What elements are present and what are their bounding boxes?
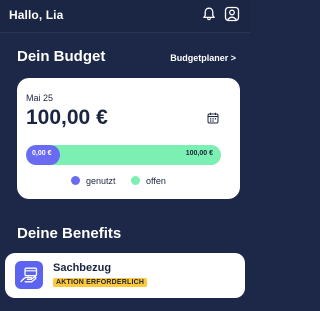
budget-section-title: Dein Budget xyxy=(17,48,106,65)
free-amount-label: 100,00 € xyxy=(185,150,213,157)
budget-progress-bar: 0,00 € 100,00 € xyxy=(26,145,221,165)
budget-period: Mai 25 xyxy=(26,93,54,103)
benefit-name: Sachbezug xyxy=(53,262,112,274)
free-dot-icon xyxy=(131,176,140,185)
card-hand-icon xyxy=(20,267,38,283)
used-dot-icon xyxy=(71,176,80,185)
legend-free: offen xyxy=(131,176,166,186)
legend-used: genutzt xyxy=(71,176,116,186)
user-icon[interactable] xyxy=(224,6,240,22)
legend-free-label: offen xyxy=(146,176,166,186)
calendar-icon[interactable] xyxy=(207,112,219,124)
action-required-badge: AKTION ERFORDERLICH xyxy=(53,278,148,287)
benefit-icon-box xyxy=(15,261,43,289)
benefits-section-title: Deine Benefits xyxy=(17,225,122,242)
budget-amount: 100,00 € xyxy=(26,106,108,129)
top-bar: Hallo, Lia xyxy=(0,0,250,32)
budget-card: Mai 25 100,00 € 0,00 € 100,00 € genutzt … xyxy=(17,78,240,199)
benefit-card-sachbezug[interactable]: Sachbezug AKTION ERFORDERLICH xyxy=(5,253,245,298)
greeting-text: Hallo, Lia xyxy=(9,8,64,22)
legend-used-label: genutzt xyxy=(86,176,116,186)
budget-used-segment: 0,00 € xyxy=(26,145,60,165)
used-amount-label: 0,00 € xyxy=(32,150,52,157)
budgetplaner-link[interactable]: Budgetplaner > xyxy=(170,53,236,63)
bell-icon[interactable] xyxy=(201,6,217,22)
header-divider xyxy=(0,32,250,33)
